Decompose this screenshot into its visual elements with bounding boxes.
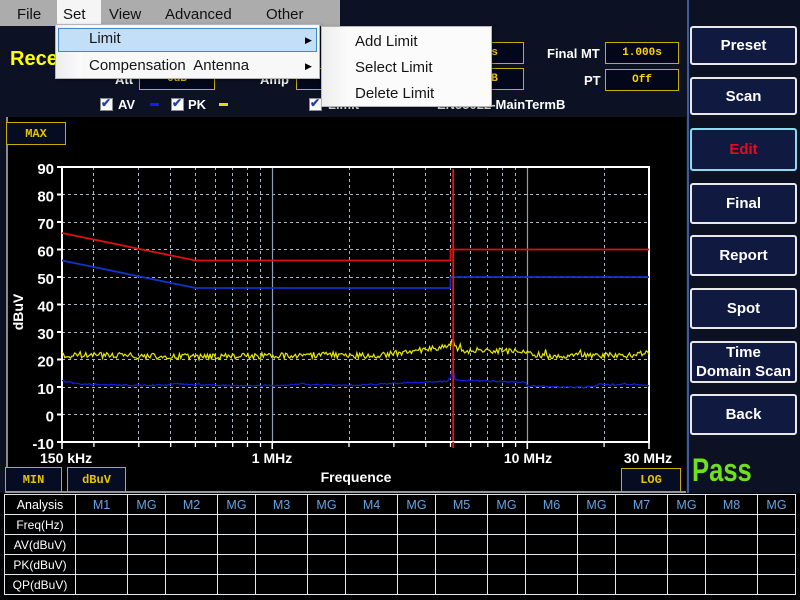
svg-text:0: 0 bbox=[46, 409, 54, 426]
svg-text:80: 80 bbox=[37, 189, 54, 206]
svg-text:30 MHz: 30 MHz bbox=[624, 450, 672, 466]
svg-text:10 MHz: 10 MHz bbox=[504, 450, 552, 466]
svg-text:70: 70 bbox=[37, 216, 54, 233]
svg-text:50: 50 bbox=[37, 271, 54, 288]
svg-text:30: 30 bbox=[37, 326, 54, 343]
svg-text:40: 40 bbox=[37, 299, 54, 316]
svg-text:Frequence: Frequence bbox=[321, 469, 392, 485]
svg-text:1 MHz: 1 MHz bbox=[252, 450, 292, 466]
svg-text:60: 60 bbox=[37, 244, 54, 261]
svg-text:150 kHz: 150 kHz bbox=[40, 450, 92, 466]
svg-text:20: 20 bbox=[37, 354, 54, 371]
svg-text:dBuV: dBuV bbox=[10, 293, 26, 330]
svg-text:10: 10 bbox=[37, 381, 54, 398]
svg-text:90: 90 bbox=[37, 161, 54, 178]
